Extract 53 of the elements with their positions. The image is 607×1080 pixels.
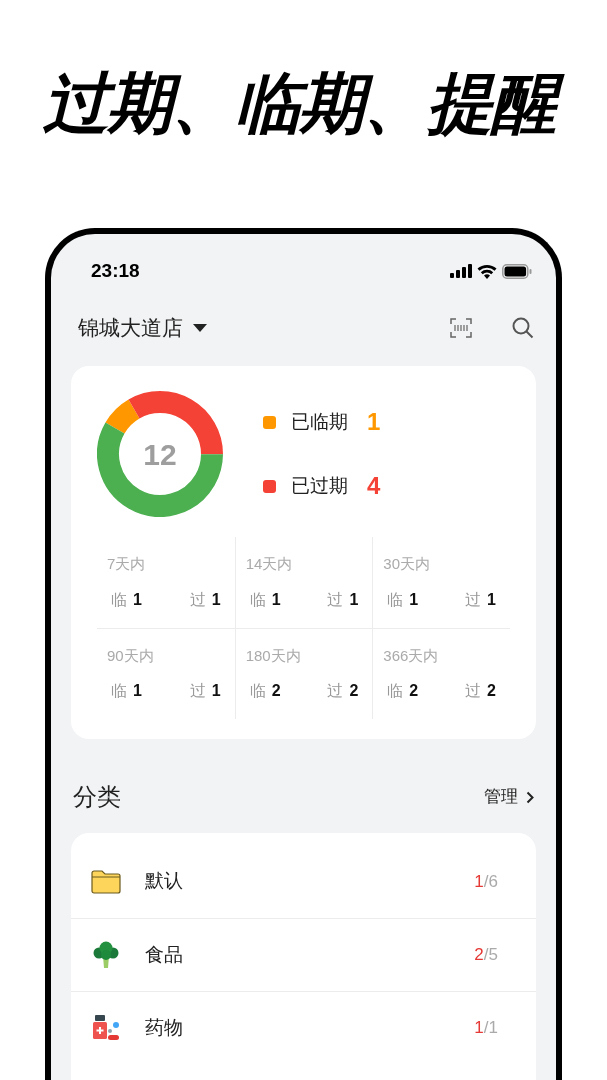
count-label: 临 [111, 681, 127, 701]
count-label: 过 [327, 589, 344, 610]
legend-count: 1 [367, 407, 381, 437]
count-label: 过 [465, 589, 482, 610]
caret-icon [193, 324, 207, 332]
legend-label: 已临期 [291, 409, 348, 434]
count-value: 1 [211, 681, 221, 701]
count-value: 2 [349, 681, 359, 701]
legend-count: 4 [367, 471, 381, 501]
count-value: 1 [349, 589, 359, 610]
count-value: 1 [133, 589, 142, 610]
count-value: 2 [271, 681, 281, 701]
folder-icon [91, 869, 121, 894]
count-label: 临 [111, 589, 127, 610]
count-label: 过 [189, 681, 206, 701]
category-row[interactable]: 默认 1/6 [71, 845, 536, 918]
wifi-icon [477, 263, 497, 279]
status-time: 23:18 [91, 258, 140, 283]
headline: 过期、临期、提醒 [38, 61, 569, 147]
count-label: 临 [249, 681, 266, 701]
count-value: 1 [133, 681, 142, 701]
period-label: 14天内 [245, 554, 294, 574]
chevron-right-icon [526, 790, 534, 804]
period-label: 366天内 [383, 645, 440, 666]
period-label: 7天内 [107, 554, 147, 574]
count-value: 2 [487, 681, 496, 701]
count-label: 临 [387, 589, 404, 610]
category-row[interactable]: 药物 1/1 [71, 991, 536, 1064]
count-value: 2 [409, 681, 419, 701]
total-count: 12 [143, 436, 177, 473]
period-label: 30天内 [383, 554, 431, 574]
battery-icon [502, 263, 532, 279]
medicine-icon [91, 1013, 121, 1043]
store-selector[interactable]: 锦城大道店 [78, 312, 207, 344]
category-row[interactable]: 食品 2/5 [71, 918, 536, 991]
period-label: 180天内 [245, 645, 302, 666]
search-icon[interactable] [512, 317, 534, 339]
section-title: 分类 [73, 782, 121, 812]
count-label: 临 [249, 589, 266, 610]
count-label: 过 [465, 681, 482, 701]
count-value: 1 [271, 589, 281, 610]
signal-icon [450, 264, 472, 278]
broccoli-icon [91, 940, 121, 970]
barcode-scan-icon[interactable] [450, 318, 472, 338]
count-label: 临 [387, 681, 404, 701]
count-value: 1 [211, 589, 221, 610]
period-label: 90天内 [107, 645, 155, 666]
manage-link[interactable]: 管理 [484, 784, 534, 810]
count-label: 过 [189, 589, 206, 610]
count-value: 1 [409, 589, 419, 610]
count-value: 1 [487, 589, 496, 610]
legend-label: 已过期 [291, 473, 348, 498]
count-label: 过 [327, 681, 344, 701]
